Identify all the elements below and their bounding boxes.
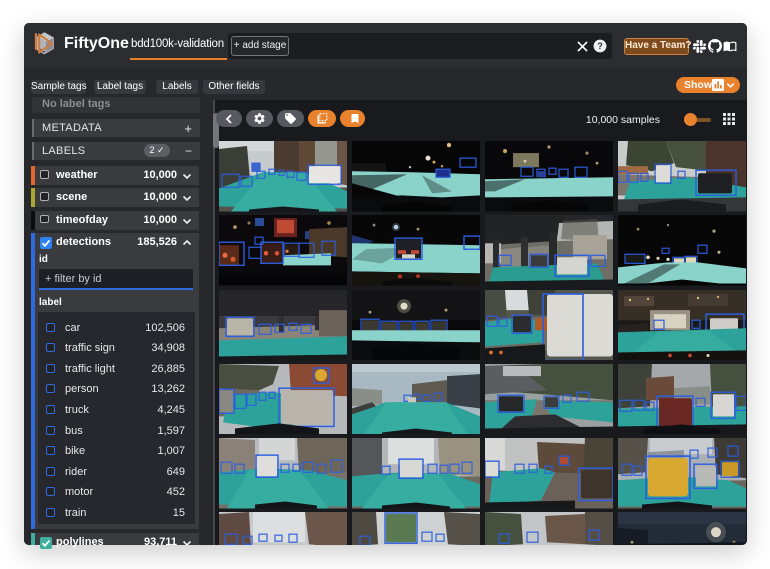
svg-text:?: ? [597,41,602,51]
